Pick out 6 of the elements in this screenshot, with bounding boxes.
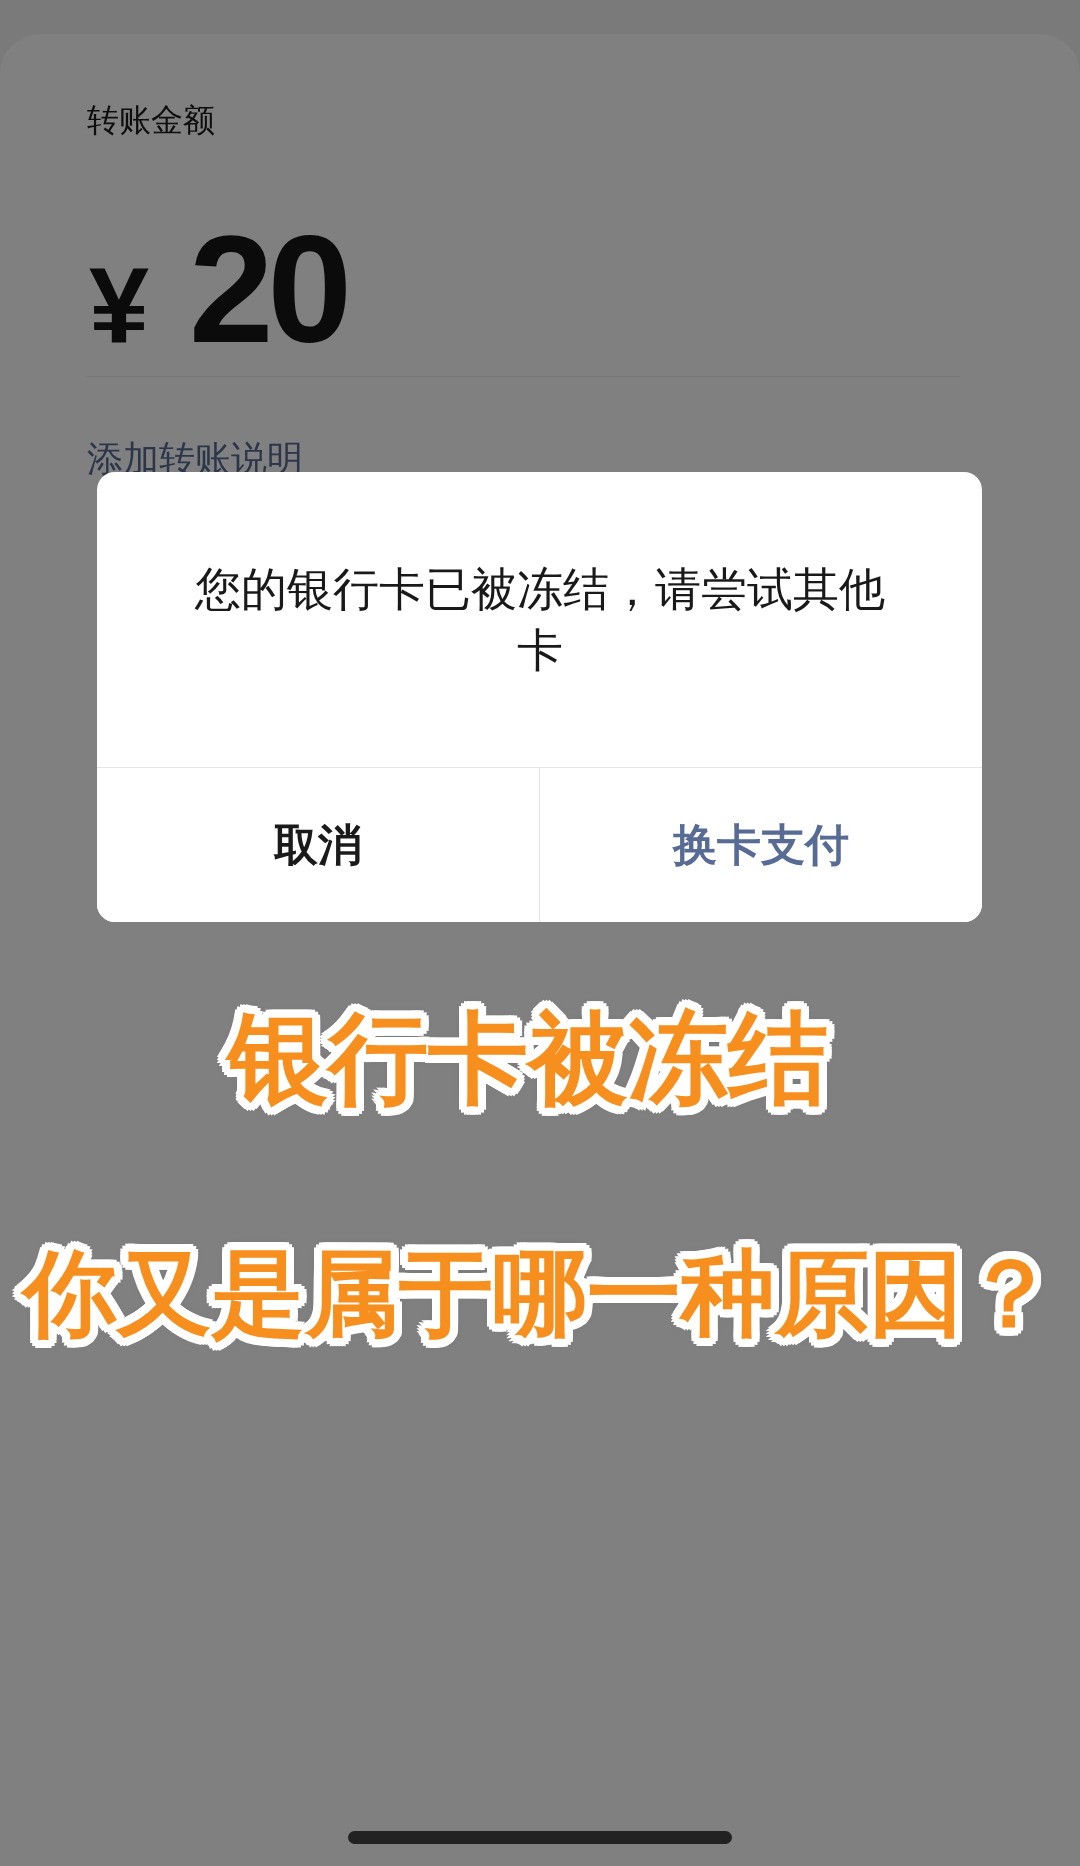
amount-value: 20 (189, 209, 347, 369)
dialog-message: 您的银行卡已被冻结，请尝试其他卡 (193, 561, 886, 678)
cancel-button[interactable]: 取消 (97, 767, 539, 922)
change-card-button[interactable]: 换卡支付 (539, 767, 982, 922)
amount-label: 转账金额 (87, 101, 215, 140)
currency-symbol: ¥ (89, 243, 150, 367)
